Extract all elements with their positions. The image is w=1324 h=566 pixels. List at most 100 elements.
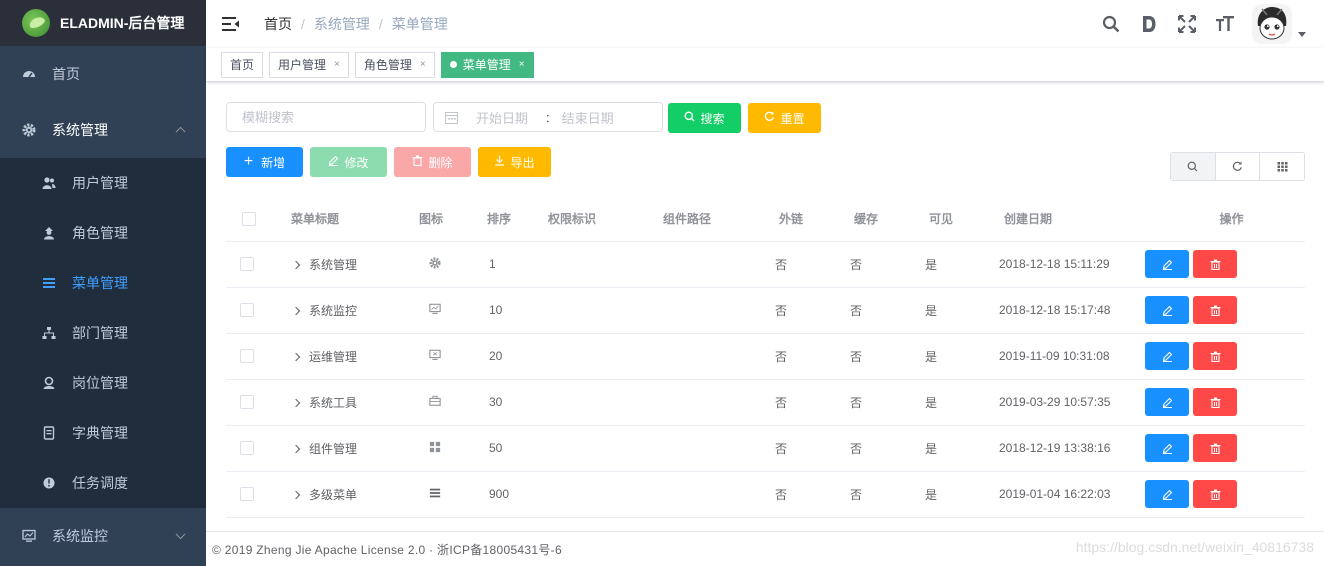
delete-button-label: 删除 <box>428 155 453 170</box>
sidebar-item-system[interactable]: 系统管理 <box>0 102 206 158</box>
edit-icon <box>1162 443 1173 454</box>
sidebar-item-users[interactable]: 用户管理 <box>0 158 206 208</box>
avatar[interactable] <box>1252 4 1292 44</box>
row-delete-button[interactable] <box>1193 250 1237 278</box>
reset-button[interactable]: 重置 <box>748 103 821 133</box>
docs-button[interactable] <box>1130 0 1168 48</box>
header-search-button[interactable] <box>1092 0 1130 48</box>
table-row[interactable]: 运维管理 20 否否是 2019-11-09 10:31:08 <box>226 333 1305 380</box>
tag-menus[interactable]: 菜单管理 × <box>440 51 534 78</box>
edit-button[interactable]: 修改 <box>310 147 387 177</box>
sidebar-item-label: 任务调度 <box>72 475 128 491</box>
close-icon[interactable]: × <box>334 59 340 70</box>
expand-arrow-icon[interactable] <box>291 307 301 316</box>
reset-button-label: 重置 <box>780 111 805 126</box>
tag-label: 角色管理 <box>363 58 412 72</box>
search-button[interactable]: 搜索 <box>668 103 741 133</box>
refresh-button[interactable] <box>1216 153 1261 180</box>
menu-title: 组件管理 <box>309 441 358 456</box>
toggle-search-button[interactable] <box>1171 153 1216 180</box>
search-button-label: 搜索 <box>700 111 725 126</box>
component-cell <box>641 425 751 472</box>
end-date-input[interactable]: 结束日期 <box>562 108 614 127</box>
sys-tools-icon <box>429 395 441 410</box>
fullscreen-button[interactable] <box>1168 0 1206 48</box>
column-header: 权限标识 <box>531 196 641 242</box>
caret-down-icon[interactable] <box>1298 31 1306 37</box>
close-icon[interactable]: × <box>420 59 426 70</box>
sidebar-item-timing[interactable]: 任务调度 <box>0 458 206 508</box>
row-edit-button[interactable] <box>1145 250 1189 278</box>
expand-arrow-icon[interactable] <box>291 353 301 362</box>
export-button[interactable]: 导出 <box>478 147 551 177</box>
breadcrumb-separator: / <box>378 16 383 32</box>
grid-icon <box>1277 162 1288 172</box>
row-checkbox[interactable] <box>240 395 254 410</box>
row-checkbox[interactable] <box>240 349 254 364</box>
row-edit-button[interactable] <box>1145 434 1189 462</box>
sidebar-item-label: 部门管理 <box>72 325 128 341</box>
expand-arrow-icon[interactable] <box>291 261 301 270</box>
row-edit-button[interactable] <box>1145 480 1189 508</box>
sidebar-item-jobs[interactable]: 岗位管理 <box>0 358 206 408</box>
font-size-button[interactable] <box>1206 0 1244 48</box>
sidebar-item-label: 用户管理 <box>72 175 128 191</box>
row-edit-button[interactable] <box>1145 388 1189 416</box>
table-row[interactable]: 多级菜单 900 否否是 2019-01-04 16:22:03 <box>226 471 1305 518</box>
sidebar-item-monitor[interactable]: 系统监控 <box>0 508 206 564</box>
row-checkbox[interactable] <box>240 487 254 502</box>
table-row[interactable]: 系统工具 30 否否是 2019-03-29 10:57:35 <box>226 379 1305 426</box>
cache-cell: 否 <box>826 379 901 426</box>
column-header: 组件路径 <box>641 196 751 242</box>
expand-arrow-icon[interactable] <box>291 491 301 500</box>
tag-users[interactable]: 用户管理 × <box>269 51 349 78</box>
row-delete-button[interactable] <box>1193 296 1237 324</box>
row-checkbox[interactable] <box>240 441 254 456</box>
row-edit-button[interactable] <box>1145 342 1189 370</box>
footer-text: © 2019 Zheng Jie Apache License 2.0 · 浙I… <box>212 542 562 557</box>
menu-title: 多级菜单 <box>309 487 358 502</box>
table-row[interactable]: 系统管理 1 否否是 2018-12-18 15:11:29 <box>226 241 1305 288</box>
trash-icon <box>412 155 423 169</box>
hamburger-button[interactable] <box>206 0 256 48</box>
columns-button[interactable] <box>1260 153 1304 180</box>
export-button-label: 导出 <box>510 155 535 170</box>
add-button[interactable]: + 新增 <box>226 147 303 177</box>
date-range-picker[interactable]: 开始日期 : 结束日期 <box>433 102 663 132</box>
sidebar-item-home[interactable]: 首页 <box>0 46 206 102</box>
close-icon[interactable]: × <box>519 59 525 70</box>
column-header: 创建日期 <box>976 196 1116 242</box>
expand-arrow-icon[interactable] <box>291 399 301 408</box>
iframe-cell: 否 <box>751 241 826 288</box>
table-row[interactable]: 组件管理 50 否否是 2018-12-19 13:38:16 <box>226 425 1305 472</box>
icon-cell <box>401 241 461 288</box>
menu-title: 系统工具 <box>309 395 358 410</box>
row-checkbox[interactable] <box>240 303 254 318</box>
iframe-cell: 否 <box>751 333 826 380</box>
row-delete-button[interactable] <box>1193 388 1237 416</box>
row-delete-button[interactable] <box>1193 342 1237 370</box>
sidebar-item-depts[interactable]: 部门管理 <box>0 308 206 358</box>
tag-home[interactable]: 首页 <box>221 51 264 78</box>
sidebar-item-menus[interactable]: 菜单管理 <box>0 258 206 308</box>
sidebar-item-roles[interactable]: 角色管理 <box>0 208 206 258</box>
table-row[interactable]: 系统监控 10 否否是 2018-12-18 15:17:48 <box>226 287 1305 334</box>
tag-roles[interactable]: 角色管理 × <box>354 51 435 78</box>
row-checkbox[interactable] <box>240 257 254 272</box>
select-all-checkbox[interactable] <box>241 211 256 226</box>
avatar-image-icon <box>1257 7 1287 40</box>
start-date-input[interactable]: 开始日期 <box>476 108 528 127</box>
row-edit-button[interactable] <box>1145 296 1189 324</box>
delete-button[interactable]: 删除 <box>394 147 471 177</box>
expand-arrow-icon[interactable] <box>291 445 301 454</box>
menu-title: 运维管理 <box>309 349 358 364</box>
breadcrumb-home[interactable]: 首页 <box>264 14 292 34</box>
row-delete-button[interactable] <box>1193 434 1237 462</box>
visible-cell: 是 <box>901 241 976 288</box>
row-delete-button[interactable] <box>1193 480 1237 508</box>
sidebar-logo[interactable]: ELADMIN-后台管理 <box>0 0 206 46</box>
sidebar-item-dicts[interactable]: 字典管理 <box>0 408 206 458</box>
column-header: 外链 <box>751 196 826 242</box>
search-input[interactable] <box>227 109 425 125</box>
icon-cell <box>401 333 461 380</box>
